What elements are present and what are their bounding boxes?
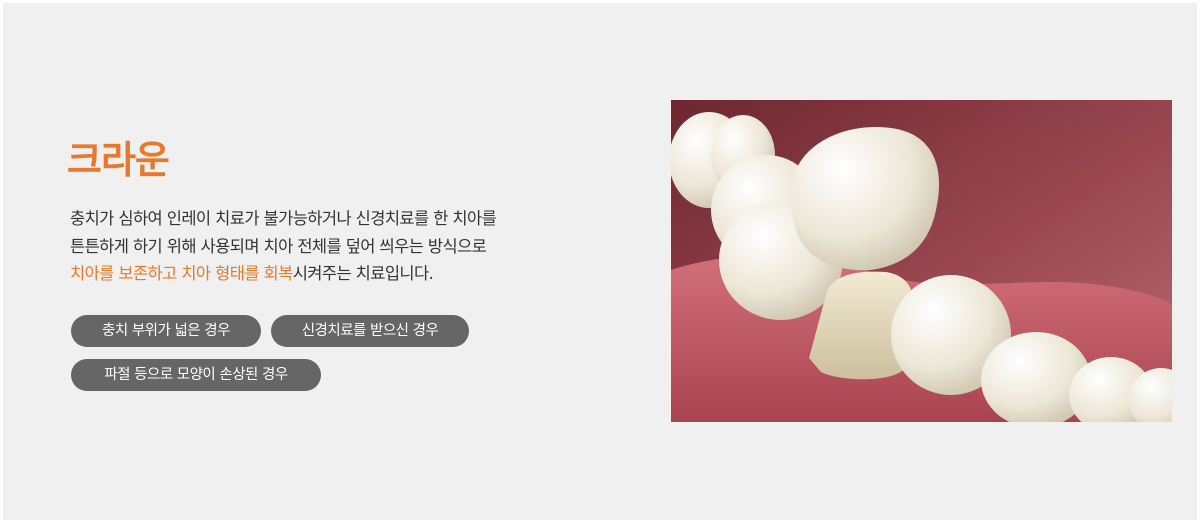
description-line: 튼튼하게 하기 위해 사용되며 치아 전체를 덮어 씌우는 방식으로 (70, 236, 487, 256)
crown-illustration (671, 100, 1172, 422)
section-description: 충치가 심하여 인레이 치료가 불가능하거나 신경치료를 한 치아를 튼튼하게 … (70, 205, 590, 288)
description-highlight: 치아를 보존하고 치아 형태를 회복 (70, 264, 293, 283)
description-line: 치아를 보존하고 치아 형태를 회복시켜주는 치료입니다. (70, 260, 590, 288)
case-tag: 신경치료를 받으신 경우 (271, 315, 469, 347)
description-text: 시켜주는 치료입니다. (292, 264, 434, 283)
description-line: 충치가 심하여 인레이 치료가 불가능하거나 신경치료를 한 치아를 (70, 209, 497, 228)
case-tag: 충치 부위가 넓은 경우 (71, 315, 261, 347)
case-tag: 파절 등으로 모양이 손상된 경우 (71, 359, 321, 391)
section-title: 크라운 (67, 138, 170, 182)
crown-image (671, 100, 1172, 422)
